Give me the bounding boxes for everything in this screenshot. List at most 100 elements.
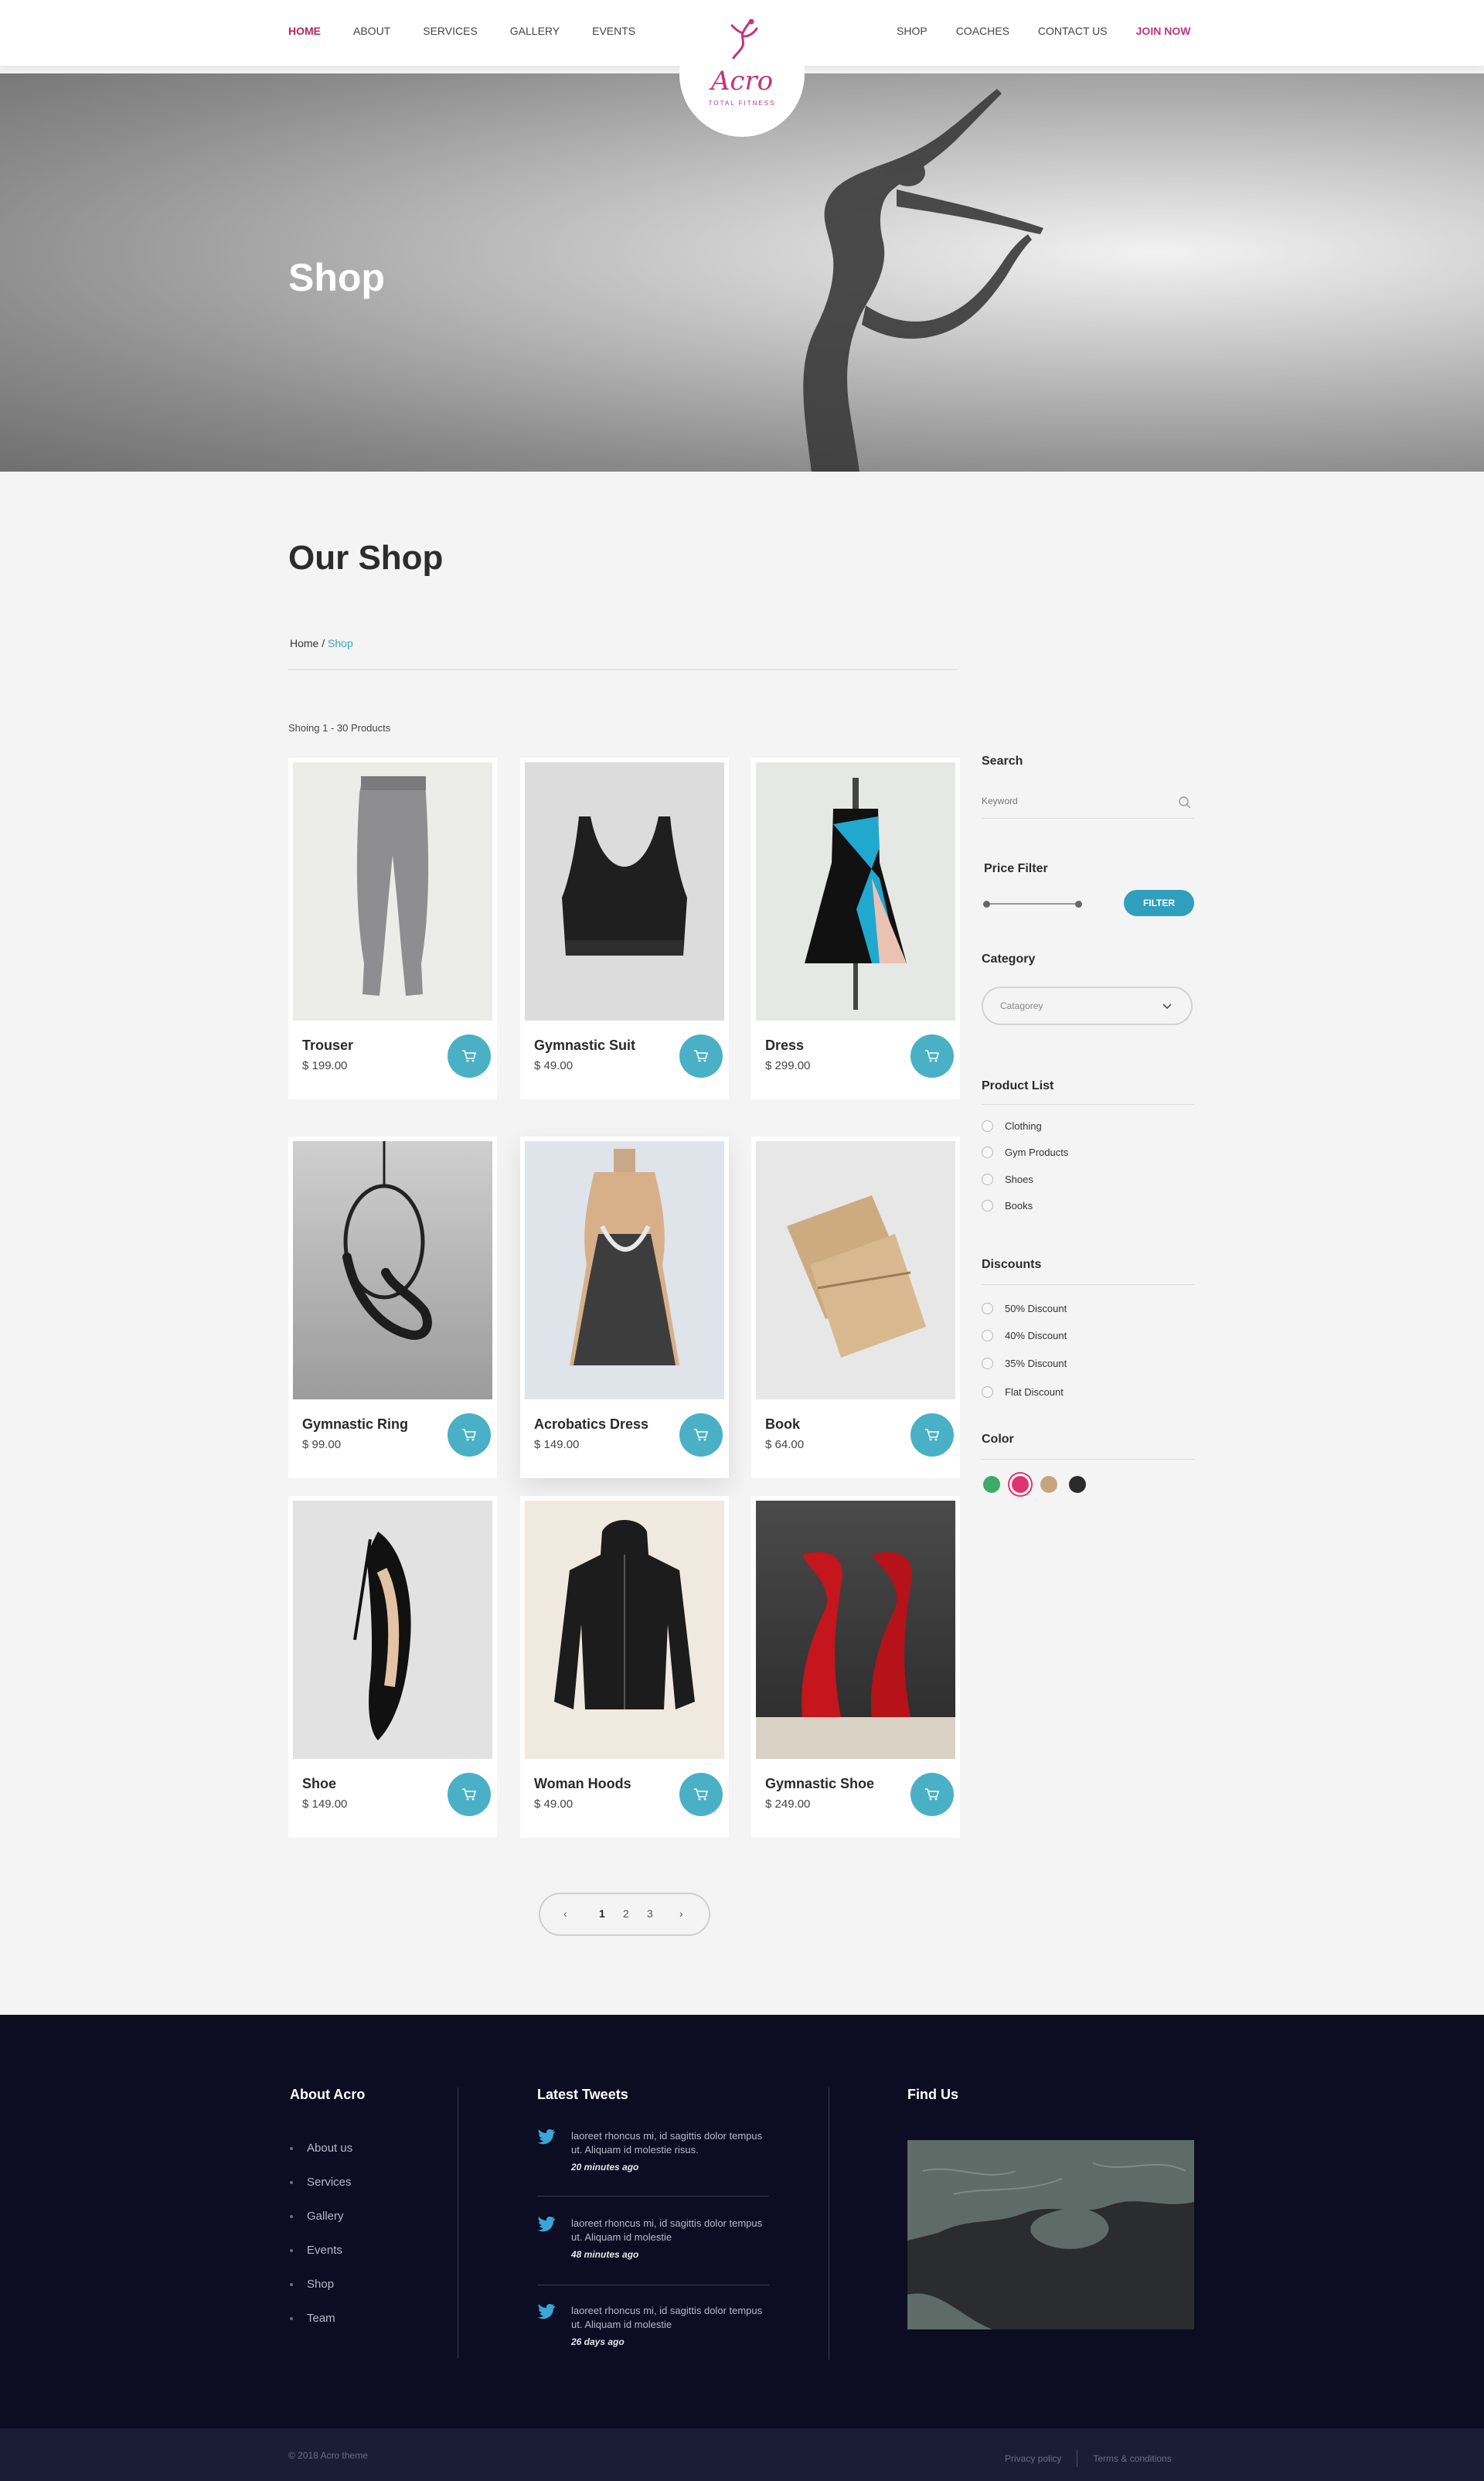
aerial-ring-image[interactable] xyxy=(293,1141,492,1399)
discount-item[interactable]: 50% Discount xyxy=(982,1303,1067,1314)
product-list-divider xyxy=(982,1104,1194,1105)
nav-shop[interactable]: SHOP xyxy=(897,25,928,37)
product-name[interactable]: Shoe xyxy=(302,1776,336,1792)
add-to-cart-button[interactable] xyxy=(679,1034,723,1078)
privacy-policy-link[interactable]: Privacy policy xyxy=(1005,2453,1061,2464)
radio-button[interactable] xyxy=(982,1174,993,1185)
radio-button[interactable] xyxy=(982,1358,993,1369)
discount-item[interactable]: 35% Discount xyxy=(982,1358,1067,1369)
page-2[interactable]: 2 xyxy=(623,1907,629,1920)
tweet-text: laoreet rhoncus mi, id sagittis dolor te… xyxy=(571,2305,763,2330)
join-now-link[interactable]: JOIN NOW xyxy=(1136,25,1191,37)
footer-link-label[interactable]: Team xyxy=(307,2312,335,2325)
product-card-acrobatics-dress[interactable]: Acrobatics Dress $ 149.00 xyxy=(520,1137,729,1478)
prev-page-icon[interactable]: ‹ xyxy=(563,1907,567,1920)
product-list-item[interactable]: Books xyxy=(982,1200,1033,1212)
add-to-cart-button[interactable] xyxy=(679,1773,723,1816)
footer-link[interactable]: Gallery xyxy=(290,2210,344,2223)
sports-bra-image[interactable] xyxy=(525,762,724,1021)
price-slider-track[interactable] xyxy=(986,903,1079,905)
nav-events[interactable]: EVENTS xyxy=(592,25,635,37)
product-card-book[interactable]: Book $ 64.00 xyxy=(751,1137,960,1478)
next-page-icon[interactable]: › xyxy=(679,1907,683,1920)
product-name[interactable]: Gymnastic Suit xyxy=(534,1038,635,1054)
price-slider-max-handle[interactable] xyxy=(1075,901,1082,908)
product-list-item[interactable]: Shoes xyxy=(982,1174,1033,1185)
footer-link[interactable]: About us xyxy=(290,2142,352,2155)
twitter-icon[interactable] xyxy=(537,2129,556,2145)
nav-about[interactable]: ABOUT xyxy=(353,25,390,37)
product-list-item[interactable]: Clothing xyxy=(982,1120,1042,1132)
color-swatch-tan[interactable] xyxy=(1040,1476,1057,1493)
footer-tweets-title: Latest Tweets xyxy=(537,2087,628,2102)
product-card-trouser[interactable]: Trouser $ 199.00 xyxy=(288,758,497,1099)
radio-button[interactable] xyxy=(982,1200,993,1212)
category-select[interactable]: Catagorey xyxy=(982,987,1193,1025)
twitter-icon[interactable] xyxy=(537,2217,556,2232)
nav-services[interactable]: SERVICES xyxy=(423,25,478,37)
color-swatch-green[interactable] xyxy=(983,1476,1000,1493)
product-name[interactable]: Gymnastic Ring xyxy=(302,1416,408,1433)
location-map[interactable] xyxy=(907,2140,1194,2329)
footer-link-label[interactable]: Events xyxy=(307,2244,342,2257)
footer-link[interactable]: Team xyxy=(290,2312,335,2325)
product-card-gymnastic-suit[interactable]: Gymnastic Suit $ 49.00 xyxy=(520,758,729,1099)
search-icon[interactable] xyxy=(1178,796,1192,809)
radio-button[interactable] xyxy=(982,1330,993,1341)
add-to-cart-button[interactable] xyxy=(910,1413,954,1457)
product-card-shoe[interactable]: Shoe $ 149.00 xyxy=(288,1496,497,1838)
price-slider-min-handle[interactable] xyxy=(983,901,990,908)
search-input[interactable] xyxy=(982,796,1167,806)
leotard-image[interactable] xyxy=(525,1141,724,1399)
footer-link-label[interactable]: Shop xyxy=(307,2278,334,2291)
product-card-woman-hoods[interactable]: Woman Hoods $ 49.00 xyxy=(520,1496,729,1838)
product-list-item[interactable]: Gym Products xyxy=(982,1147,1068,1158)
add-to-cart-button[interactable] xyxy=(910,1034,954,1078)
color-swatch-black[interactable] xyxy=(1069,1476,1086,1493)
add-to-cart-button[interactable] xyxy=(910,1773,954,1816)
nav-home[interactable]: HOME xyxy=(288,25,321,37)
book-image[interactable] xyxy=(756,1141,955,1399)
product-name[interactable]: Dress xyxy=(765,1038,804,1054)
page-3[interactable]: 3 xyxy=(647,1907,653,1920)
site-logo[interactable]: Acro TOTAL FITNESS xyxy=(679,12,805,137)
discount-item[interactable]: Flat Discount xyxy=(982,1386,1064,1398)
page-1[interactable]: 1 xyxy=(599,1907,605,1920)
product-card-gymnastic-ring[interactable]: Gymnastic Ring $ 99.00 xyxy=(288,1137,497,1478)
footer-link[interactable]: Events xyxy=(290,2244,342,2257)
product-card-dress[interactable]: Dress $ 299.00 xyxy=(751,758,960,1099)
add-to-cart-button[interactable] xyxy=(448,1034,491,1078)
add-to-cart-button[interactable] xyxy=(448,1413,491,1457)
radio-button[interactable] xyxy=(982,1147,993,1158)
discount-item[interactable]: 40% Discount xyxy=(982,1330,1067,1341)
terms-link[interactable]: Terms & conditions xyxy=(1093,2453,1171,2464)
trouser-image[interactable] xyxy=(293,762,492,1021)
product-name[interactable]: Trouser xyxy=(302,1038,353,1054)
product-name[interactable]: Acrobatics Dress xyxy=(534,1416,648,1433)
radio-button[interactable] xyxy=(982,1386,993,1398)
color-swatch-pink[interactable] xyxy=(1012,1476,1029,1493)
jacket-image[interactable] xyxy=(525,1501,724,1759)
dress-image[interactable] xyxy=(756,762,955,1021)
nav-contact[interactable]: CONTACT US xyxy=(1038,25,1108,37)
footer-link-label[interactable]: Gallery xyxy=(307,2210,344,2223)
footer-link[interactable]: Services xyxy=(290,2176,352,2189)
pointe-shoe-image[interactable] xyxy=(756,1501,955,1759)
heel-shoe-image[interactable] xyxy=(293,1501,492,1759)
add-to-cart-button[interactable] xyxy=(448,1773,491,1816)
nav-coaches[interactable]: COACHES xyxy=(956,25,1009,37)
breadcrumb-home[interactable]: Home xyxy=(290,637,318,649)
product-name[interactable]: Book xyxy=(765,1416,800,1433)
filter-button[interactable]: FILTER xyxy=(1124,890,1194,916)
product-card-gymnastic-shoe[interactable]: Gymnastic Shoe $ 249.00 xyxy=(751,1496,960,1838)
radio-button[interactable] xyxy=(982,1303,993,1314)
footer-link-label[interactable]: Services xyxy=(307,2176,352,2189)
footer-link[interactable]: Shop xyxy=(290,2278,334,2291)
nav-gallery[interactable]: GALLERY xyxy=(510,25,560,37)
product-name[interactable]: Woman Hoods xyxy=(534,1776,631,1792)
radio-button[interactable] xyxy=(982,1120,993,1132)
add-to-cart-button[interactable] xyxy=(679,1413,723,1457)
twitter-icon[interactable] xyxy=(537,2304,556,2319)
product-name[interactable]: Gymnastic Shoe xyxy=(765,1776,874,1792)
footer-link-label[interactable]: About us xyxy=(307,2142,352,2155)
